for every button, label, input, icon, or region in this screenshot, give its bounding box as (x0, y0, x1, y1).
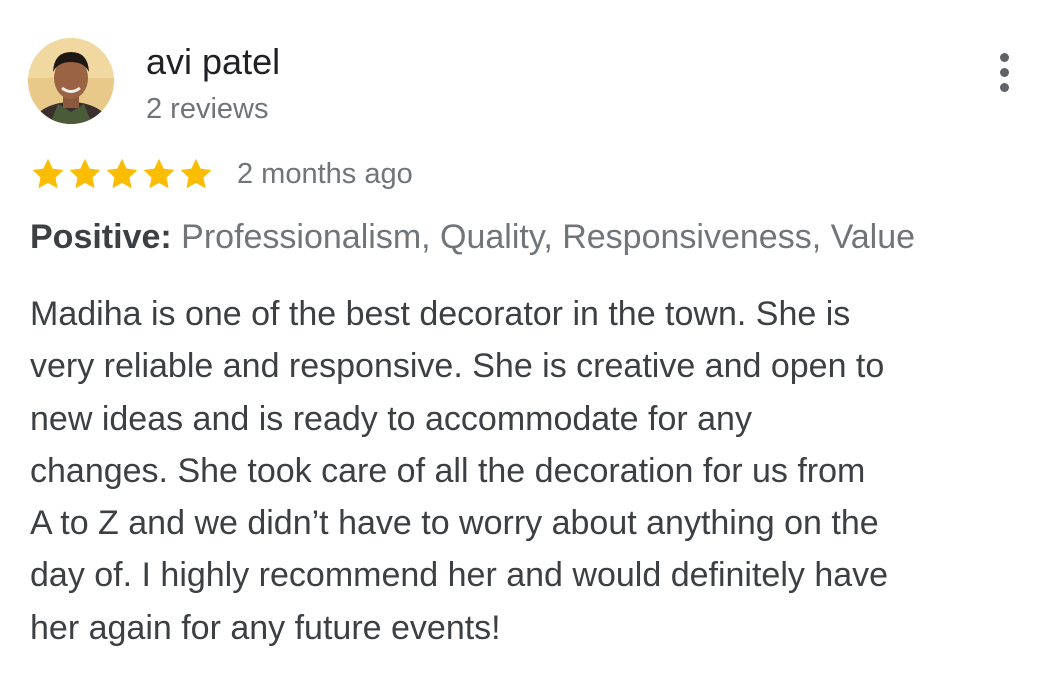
review-text-line: changes. She took care of all the decora… (30, 451, 866, 490)
positive-attributes: Positive: Professionalism, Quality, Resp… (30, 213, 915, 261)
rating-row: 2 months ago (30, 152, 413, 196)
review-text-line: Madiha is one of the best decorator in t… (30, 295, 851, 333)
review-text-line: A to Z and we didn’t have to worry about… (30, 504, 879, 543)
positive-label: Positive: (30, 218, 172, 256)
reviewer-review-count: 2 reviews (146, 93, 269, 125)
reviewer-name[interactable]: avi patel (146, 40, 280, 84)
more-options-button[interactable] (986, 48, 1026, 96)
star-icon (178, 156, 214, 192)
star-icon (104, 156, 140, 192)
review-text-line: new ideas and is ready to accommodate fo… (30, 399, 752, 438)
review-text-line: very reliable and responsive. She is cre… (30, 347, 885, 386)
star-icon (30, 156, 66, 192)
star-icon (141, 156, 177, 192)
avatar-photo (28, 38, 114, 124)
review-card: avi patel 2 reviews 2 months ago Positiv… (0, 0, 1053, 676)
review-text-line: day of. I highly recommend her and would… (30, 556, 889, 595)
positive-values: Professionalism, Quality, Responsiveness… (171, 218, 916, 256)
star-rating (30, 156, 215, 192)
review-date: 2 months ago (237, 158, 413, 190)
review-text: Madiha is one of the best decorator in t… (30, 288, 1030, 654)
review-text-line: her again for any future events! (30, 608, 501, 647)
avatar[interactable] (28, 38, 114, 124)
star-icon (67, 156, 103, 192)
